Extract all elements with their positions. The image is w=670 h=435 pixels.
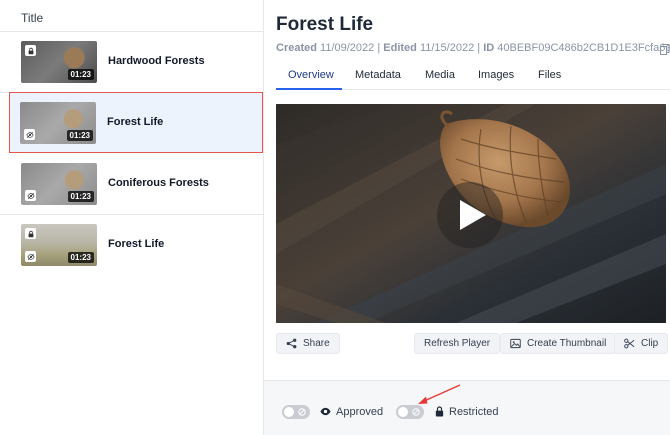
metadata-line: Created 11/09/2022 | Edited 11/15/2022 |… (276, 42, 670, 54)
ban-icon (298, 408, 306, 416)
eye-slash-icon (24, 129, 35, 140)
lock-icon (25, 228, 36, 239)
share-icon (286, 338, 297, 349)
tab-metadata[interactable]: Metadata (355, 69, 401, 81)
share-button[interactable]: Share (276, 333, 340, 354)
meta-separator: | (377, 42, 380, 54)
approved-label: Approved (336, 406, 383, 418)
tab-media[interactable]: Media (425, 69, 455, 81)
annotation-arrow-icon (414, 382, 464, 407)
play-icon (460, 200, 486, 230)
detail-tabs: Overview Metadata Media Images Files (276, 66, 670, 90)
video-thumbnail[interactable]: 01:23 (20, 102, 96, 144)
list-column-header[interactable]: Title (0, 0, 263, 32)
tab-overview[interactable]: Overview (288, 69, 334, 81)
approved-toggle[interactable] (282, 405, 310, 419)
list-item-title: Hardwood Forests (108, 55, 205, 67)
play-button[interactable] (437, 182, 503, 248)
tab-files[interactable]: Files (538, 69, 561, 81)
ban-icon (412, 408, 420, 416)
video-thumbnail[interactable]: 01:23 (21, 224, 97, 266)
eye-slash-icon (25, 251, 36, 262)
refresh-player-label: Refresh Player (424, 338, 490, 349)
list-item[interactable]: 01:23 Coniferous Forests (0, 154, 263, 215)
lock-icon (434, 406, 445, 417)
scissors-icon (624, 338, 635, 349)
list-item-selected[interactable]: 01:23 Forest Life (9, 92, 263, 153)
meta-separator: | (477, 42, 480, 54)
created-label: Created (276, 42, 317, 54)
duration-badge: 01:23 (68, 69, 94, 80)
list-item[interactable]: 01:23 Hardwood Forests (0, 32, 263, 93)
detail-panel: Forest Life Created 11/09/2022 | Edited … (263, 0, 670, 435)
lock-icon (25, 45, 36, 56)
restricted-label: Restricted (449, 406, 499, 418)
edited-date: 11/15/2022 (420, 42, 474, 54)
video-player[interactable] (276, 104, 666, 323)
duration-badge: 01:23 (68, 191, 94, 202)
create-thumbnail-label: Create Thumbnail (527, 338, 606, 349)
eye-icon (320, 406, 331, 417)
tab-images[interactable]: Images (478, 69, 514, 81)
clip-button-label: Clip (641, 338, 658, 349)
restricted-toggle[interactable] (396, 405, 424, 419)
list-item[interactable]: 01:23 Forest Life (0, 215, 263, 276)
edited-label: Edited (383, 42, 417, 54)
refresh-player-button[interactable]: Refresh Player (414, 333, 500, 354)
image-icon (510, 338, 521, 349)
clip-button[interactable]: Clip (614, 333, 668, 354)
share-button-label: Share (303, 338, 330, 349)
created-date: 11/09/2022 (320, 42, 374, 54)
video-list-panel: Title 01:23 Hardwood Forests 01:23 Fores… (0, 0, 263, 435)
id-label: ID (483, 42, 494, 54)
list-item-title: Forest Life (107, 116, 163, 128)
status-footer: Approved Restricted (264, 380, 670, 435)
duration-badge: 01:23 (67, 130, 93, 141)
page-title: Forest Life (276, 14, 373, 36)
video-thumbnail[interactable]: 01:23 (21, 163, 97, 205)
create-thumbnail-button[interactable]: Create Thumbnail (500, 333, 616, 354)
active-tab-indicator (276, 88, 342, 90)
asset-id: 40BEBF09C486b2CB1D1E3Fcfa6e5 (497, 42, 670, 54)
copy-icon[interactable] (660, 42, 670, 60)
list-item-title: Coniferous Forests (108, 177, 209, 189)
list-item-title: Forest Life (108, 238, 164, 250)
duration-badge: 01:23 (68, 252, 94, 263)
eye-slash-icon (25, 190, 36, 201)
video-thumbnail[interactable]: 01:23 (21, 41, 97, 83)
